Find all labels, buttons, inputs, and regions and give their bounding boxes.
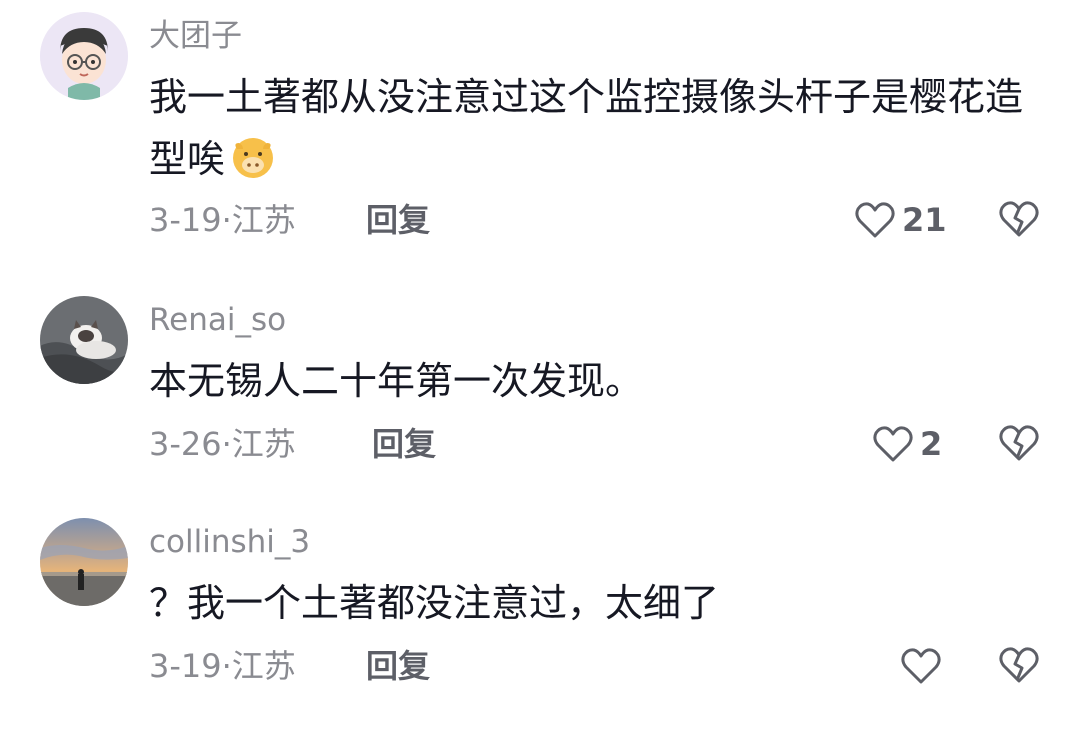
comment-text: ？我一个土著都没注意过，太细了 bbox=[149, 572, 1029, 634]
meta-separator: · bbox=[221, 425, 232, 463]
comment-location: 江苏 bbox=[231, 201, 296, 239]
comment-date: 3-26 bbox=[149, 425, 222, 463]
avatar[interactable] bbox=[40, 296, 128, 384]
broken-heart-icon bbox=[999, 201, 1039, 237]
avatar[interactable] bbox=[40, 518, 128, 606]
comment-text-content: 本无锡人二十年第一次发现。 bbox=[149, 359, 644, 403]
comment-text-content: ？我一个土著都没注意过，太细了 bbox=[149, 581, 720, 625]
broken-heart-icon bbox=[999, 647, 1039, 683]
like-button[interactable]: 2 bbox=[872, 422, 942, 466]
cow-face-emoji bbox=[233, 138, 274, 178]
comment-meta: 3-19·江苏 bbox=[149, 646, 296, 686]
comment-meta: 3-19·江苏 bbox=[149, 200, 296, 240]
like-count: 21 bbox=[902, 201, 947, 239]
dislike-button[interactable] bbox=[998, 422, 1040, 466]
like-button[interactable] bbox=[900, 644, 942, 688]
comment-location: 江苏 bbox=[231, 425, 296, 463]
comment-username[interactable]: Renai_so bbox=[149, 300, 286, 340]
heart-outline-icon bbox=[873, 426, 913, 462]
comment-location: 江苏 bbox=[231, 647, 296, 685]
dislike-button[interactable] bbox=[998, 198, 1040, 242]
reply-button[interactable]: 回复 bbox=[366, 200, 430, 240]
comment-text-content: 我一土著都从没注意过这个监控摄像头杆子是樱花造型唉 bbox=[149, 75, 1024, 181]
meta-separator: · bbox=[221, 647, 232, 685]
comment-date: 3-19 bbox=[149, 647, 222, 685]
dislike-button[interactable] bbox=[998, 644, 1040, 688]
comment-item: Renai_so 本无锡人二十年第一次发现。 3-26·江苏 回复 2 bbox=[0, 270, 1080, 492]
comment-item: 大团子 我一土著都从没注意过这个监控摄像头杆子是樱花造型唉 3-19·江苏 回复… bbox=[0, 0, 1080, 270]
broken-heart-icon bbox=[999, 425, 1039, 461]
comment-meta: 3-26·江苏 bbox=[149, 424, 296, 464]
like-count: 2 bbox=[920, 425, 943, 463]
comment-text: 本无锡人二十年第一次发现。 bbox=[149, 350, 1029, 412]
comment-item: collinshi_3 ？我一个土著都没注意过，太细了 3-19·江苏 回复 bbox=[0, 492, 1080, 734]
reply-button[interactable]: 回复 bbox=[366, 646, 430, 686]
comment-username[interactable]: collinshi_3 bbox=[149, 522, 310, 562]
heart-outline-icon bbox=[855, 202, 895, 238]
like-button[interactable]: 21 bbox=[854, 198, 947, 242]
comment-username[interactable]: 大团子 bbox=[149, 16, 242, 56]
comment-date: 3-19 bbox=[149, 201, 222, 239]
avatar[interactable] bbox=[40, 12, 128, 100]
meta-separator: · bbox=[221, 201, 232, 239]
reply-button[interactable]: 回复 bbox=[372, 424, 436, 464]
comment-text: 我一土著都从没注意过这个监控摄像头杆子是樱花造型唉 bbox=[149, 66, 1029, 190]
heart-outline-icon bbox=[901, 648, 941, 684]
